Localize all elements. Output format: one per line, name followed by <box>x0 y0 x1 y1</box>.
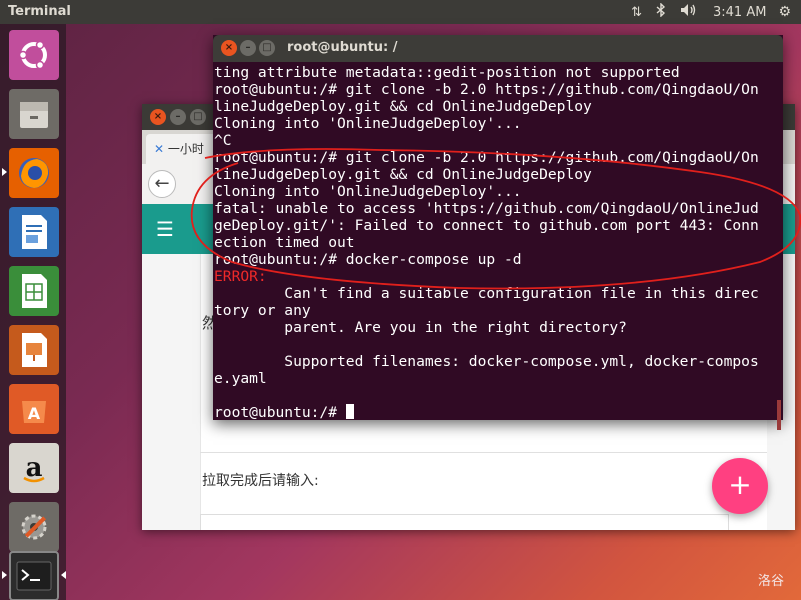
ubuntu-dash-icon[interactable] <box>9 30 59 80</box>
network-icon[interactable]: ⇅ <box>631 5 642 20</box>
minimize-icon[interactable]: – <box>240 40 256 56</box>
divider <box>200 452 767 453</box>
launcher: A a <box>0 24 66 600</box>
close-icon[interactable]: × <box>221 40 237 56</box>
menu-icon[interactable]: ☰ <box>156 219 174 239</box>
terminal-titlebar[interactable]: × – □ root@ubuntu: / <box>213 35 783 62</box>
svg-text:a: a <box>26 453 43 483</box>
svg-text:A: A <box>28 404 41 423</box>
bluetooth-icon[interactable] <box>656 2 666 21</box>
terminal-prompt-line[interactable]: root@ubuntu:/# <box>214 404 773 420</box>
clock[interactable]: 3:41 AM <box>713 5 766 20</box>
files-icon[interactable] <box>9 89 59 139</box>
terminal-line: lineJudgeDeploy.git && cd OnlineJudgeDep… <box>214 166 592 183</box>
terminal-line: geDeploy.git/': Failed to connect to git… <box>214 217 759 234</box>
code-box[interactable] <box>200 514 729 530</box>
system-settings-icon[interactable] <box>9 502 59 552</box>
terminal-line: root@ubuntu:/# docker-compose up -d <box>214 251 522 268</box>
back-button[interactable]: ← <box>148 170 176 198</box>
ubuntu-software-icon[interactable]: A <box>9 384 59 434</box>
terminal-line: root@ubuntu:/# git clone -b 2.0 https://… <box>214 149 759 166</box>
terminal-line: e.yaml <box>214 370 267 387</box>
maximize-icon[interactable]: □ <box>190 109 206 125</box>
scrollbar-thumb[interactable] <box>777 400 781 430</box>
add-button[interactable]: + <box>712 458 768 514</box>
tab-favicon-icon: ✕ <box>154 142 165 156</box>
maximize-icon[interactable]: □ <box>259 40 275 56</box>
terminal-error-line: ERROR: <box>214 268 267 285</box>
gear-icon[interactable]: ⚙ <box>778 4 791 20</box>
terminal-line: lineJudgeDeploy.git && cd OnlineJudgeDep… <box>214 98 592 115</box>
minimize-icon[interactable]: – <box>170 109 186 125</box>
running-indicator <box>2 571 7 579</box>
volume-icon[interactable] <box>680 3 698 21</box>
indicator-area: ⇅ 3:41 AM ⚙ <box>624 0 801 24</box>
terminal-window[interactable]: × – □ root@ubuntu: / ting attribute meta… <box>213 35 783 430</box>
terminal-icon[interactable] <box>9 551 59 600</box>
active-app-title: Terminal <box>8 4 71 19</box>
watermark: 洛谷 <box>758 574 785 589</box>
terminal-line: ection timed out <box>214 234 355 251</box>
terminal-prompt: root@ubuntu:/# <box>214 404 346 420</box>
terminal-output[interactable]: ting attribute metadata::gedit-position … <box>213 62 773 420</box>
terminal-title: root@ubuntu: / <box>287 40 398 55</box>
terminal-line: Can't find a suitable configuration file… <box>214 285 759 302</box>
terminal-line: root@ubuntu:/# git clone -b 2.0 https://… <box>214 81 759 98</box>
firefox-icon[interactable] <box>9 148 59 198</box>
amazon-icon[interactable]: a <box>9 443 59 493</box>
terminal-line: Cloning into 'OnlineJudgeDeploy'... <box>214 115 522 132</box>
terminal-line: parent. Are you in the right directory? <box>214 319 627 336</box>
libreoffice-calc-icon[interactable] <box>9 266 59 316</box>
libreoffice-writer-icon[interactable] <box>9 207 59 257</box>
tab-title: 一小时 <box>167 142 204 156</box>
instruction-text: 拉取完成后请输入: <box>202 473 319 489</box>
top-panel: Terminal ⇅ 3:41 AM ⚙ <box>0 0 801 24</box>
terminal-line: Cloning into 'OnlineJudgeDeploy'... <box>214 183 522 200</box>
libreoffice-impress-icon[interactable] <box>9 325 59 375</box>
scrollbar[interactable] <box>773 62 783 430</box>
terminal-line: tory or any <box>214 302 311 319</box>
terminal-line: Supported filenames: docker-compose.yml,… <box>214 353 759 370</box>
close-icon[interactable]: × <box>150 109 166 125</box>
terminal-cursor <box>345 404 354 419</box>
running-indicator <box>2 168 7 176</box>
terminal-line: ^C <box>214 132 232 149</box>
terminal-line: fatal: unable to access 'https://github.… <box>214 200 759 217</box>
focused-indicator <box>61 571 66 579</box>
terminal-line: ting attribute metadata::gedit-position … <box>214 64 680 81</box>
